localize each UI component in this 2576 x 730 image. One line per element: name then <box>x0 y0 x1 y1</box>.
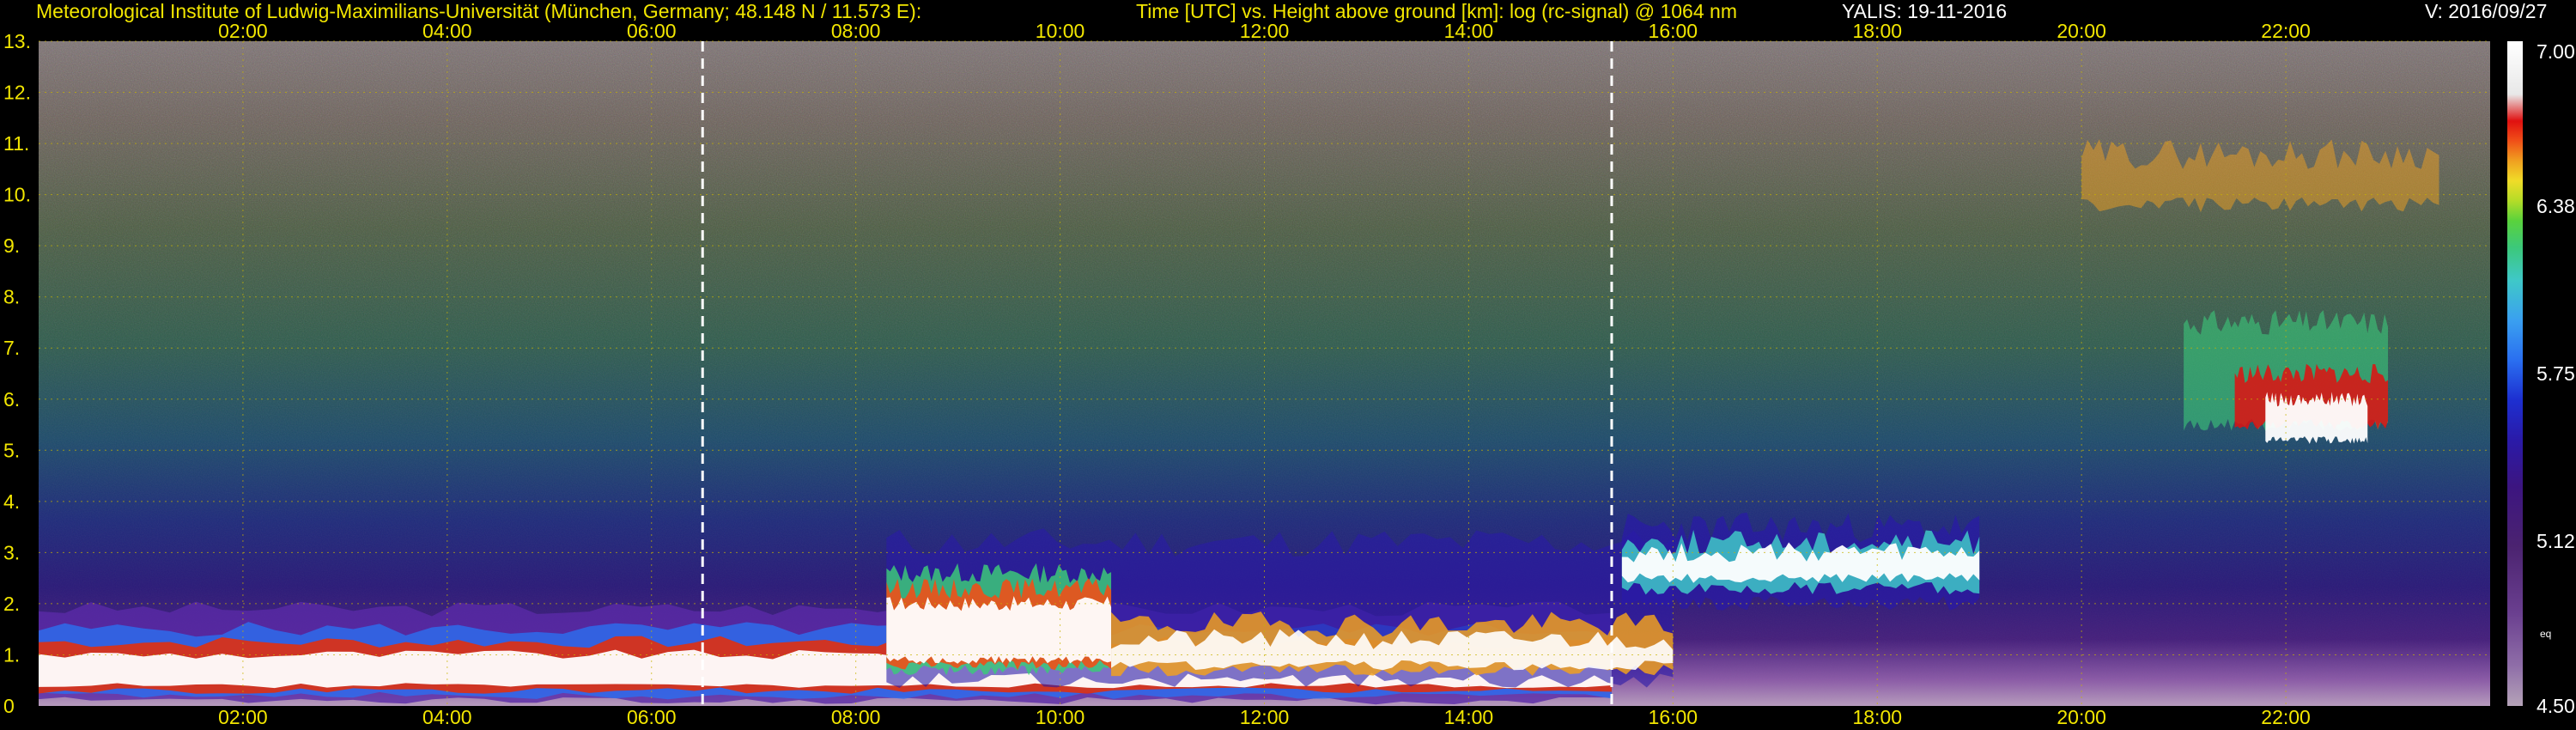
x-tick-label-top: 02:00 <box>218 20 268 42</box>
y-tick-label: 10. <box>3 184 31 206</box>
x-tick-label-top: 04:00 <box>422 20 472 42</box>
x-tick-label-bottom: 18:00 <box>1852 706 1902 728</box>
x-tick-label-bottom: 22:00 <box>2261 706 2311 728</box>
x-tick-label-bottom: 10:00 <box>1036 706 1085 728</box>
y-tick-label: 4. <box>3 490 20 513</box>
x-tick-label-top: 18:00 <box>1852 20 1902 42</box>
y-axis-labels: 0 1. 2. 3. 4. 5. 6. 7. 8. 9. 10. 11. 12. 13. <box>3 30 31 717</box>
x-tick-label-bottom: 16:00 <box>1649 706 1698 728</box>
colorbar-labels: 7.00 6.38 5.75 5.12 4.50 <box>2537 40 2575 717</box>
lidar-chart: 02:00 04:00 06:00 08:00 10:00 12:00 14:00 16:00… <box>3 20 2575 728</box>
x-tick-label-bottom: 14:00 <box>1444 706 1494 728</box>
y-tick-label: 0 <box>3 695 15 717</box>
y-tick-label: 3. <box>3 541 20 563</box>
x-tick-label-bottom: 20:00 <box>2057 706 2106 728</box>
colorbar <box>2507 41 2523 706</box>
colorbar-eq-label: eq <box>2540 628 2551 640</box>
colorbar-tick-label: 5.75 <box>2537 362 2575 385</box>
x-axis-top-labels: 02:00 04:00 06:00 08:00 10:00 12:00 14:00 16:00… <box>218 20 2311 42</box>
chart-title: Time [UTC] vs. Height above ground [km]:… <box>1136 0 1737 22</box>
y-tick-label: 6. <box>3 388 20 411</box>
y-tick-label: 2. <box>3 593 20 615</box>
colorbar-tick-label: 7.00 <box>2537 40 2575 63</box>
x-tick-label-top: 12:00 <box>1240 20 1290 42</box>
x-tick-label-bottom: 12:00 <box>1240 706 1290 728</box>
institute-label: Meteorological Institute of Ludwig-Maxim… <box>36 0 922 22</box>
x-tick-label-bottom: 06:00 <box>627 706 677 728</box>
x-axis-bottom-labels: 02:00 04:00 06:00 08:00 10:00 12:00 14:00 16:00… <box>218 706 2311 728</box>
y-tick-label: 7. <box>3 337 20 359</box>
x-tick-label-bottom: 08:00 <box>831 706 881 728</box>
x-tick-label-bottom: 02:00 <box>218 706 268 728</box>
x-tick-label-top: 10:00 <box>1036 20 1085 42</box>
version-label: V: 2016/09/27 <box>2425 0 2548 22</box>
y-tick-label: 5. <box>3 439 20 461</box>
y-tick-label: 13. <box>3 30 31 52</box>
x-tick-label-top: 16:00 <box>1649 20 1698 42</box>
x-tick-label-top: 08:00 <box>831 20 881 42</box>
x-tick-label-top: 22:00 <box>2261 20 2311 42</box>
x-tick-label-bottom: 04:00 <box>422 706 472 728</box>
y-tick-label: 11. <box>3 132 29 155</box>
y-tick-label: 8. <box>3 286 20 308</box>
instrument-date: YALIS: 19-11-2016 <box>1842 0 2008 22</box>
colorbar-tick-label: 5.12 <box>2537 530 2575 552</box>
colorbar-tick-label: 6.38 <box>2537 195 2575 217</box>
x-tick-label-top: 14:00 <box>1444 20 1494 42</box>
y-tick-label: 1. <box>3 643 20 666</box>
colorbar-tick-label: 4.50 <box>2537 695 2575 717</box>
y-tick-label: 12. <box>3 82 31 104</box>
x-tick-label-top: 20:00 <box>2057 20 2106 42</box>
y-tick-label: 9. <box>3 234 20 257</box>
x-tick-label-top: 06:00 <box>627 20 677 42</box>
